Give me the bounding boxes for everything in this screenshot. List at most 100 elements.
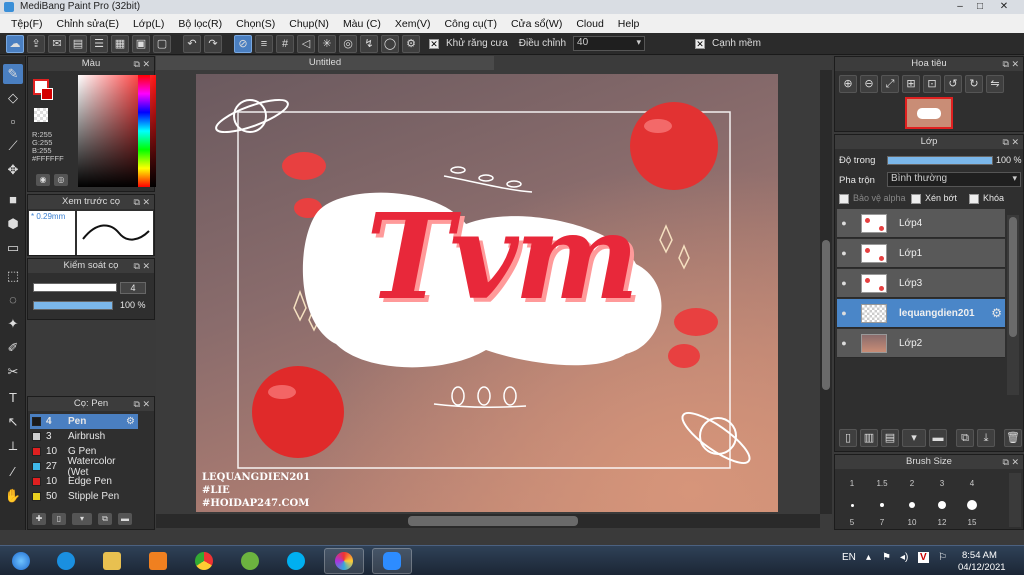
radial-snap-icon[interactable]: ✳	[318, 34, 336, 53]
lock-checkbox[interactable]	[969, 194, 979, 204]
blend-mode-select[interactable]: Bình thường	[887, 172, 1021, 187]
brush-size-slider[interactable]	[33, 283, 117, 292]
new-8bit-layer-icon[interactable]: ▤	[881, 429, 899, 447]
brush-opacity-slider[interactable]	[33, 301, 113, 310]
text-tool-icon[interactable]: T	[3, 388, 23, 408]
select-eraser-icon[interactable]: ✂	[3, 362, 23, 382]
chat-icon[interactable]: ✉	[48, 34, 66, 53]
cloud-icon[interactable]: ☁	[6, 34, 24, 53]
start-button[interactable]	[4, 548, 38, 574]
panel-close-icon[interactable]: ⧉ ✕	[1003, 57, 1019, 71]
redo-icon[interactable]: ↷	[204, 34, 222, 53]
panel-icon[interactable]: ▣	[132, 34, 150, 53]
new-layer-icon[interactable]: ▯	[839, 429, 857, 447]
layer-row-selected[interactable]: ● lequangdien201 ⚙	[837, 299, 1005, 328]
fit-icon[interactable]: ⤢	[881, 75, 899, 93]
new-halftone-layer-icon[interactable]: ▥	[860, 429, 878, 447]
rect-tool-icon[interactable]: ■	[3, 190, 23, 210]
panel-close-icon[interactable]: ⧉ ✕	[134, 397, 150, 411]
brush-menu-icon[interactable]: ▾	[72, 513, 92, 525]
eyedropper-tool-icon[interactable]: ⁄	[3, 462, 23, 482]
menu-help[interactable]: Help	[611, 18, 647, 30]
vertical-scrollbar[interactable]	[820, 70, 832, 514]
brush-size-option[interactable]: 1.5	[867, 479, 897, 488]
share-icon[interactable]: ⇪	[27, 34, 45, 53]
panel-close-icon[interactable]: ⧉ ✕	[1003, 455, 1019, 469]
grid-icon[interactable]: ▦	[111, 34, 129, 53]
add-brush-icon[interactable]: ✚	[32, 513, 46, 525]
menu-select[interactable]: Chọn(S)	[229, 18, 282, 30]
taskbar-medibang[interactable]	[324, 548, 364, 574]
new-brush-icon[interactable]: ▯	[52, 513, 66, 525]
brush-size-option[interactable]: 7	[867, 518, 897, 527]
curve-snap-icon[interactable]: ↯	[360, 34, 378, 53]
taskbar-explorer[interactable]	[92, 548, 132, 574]
undo-icon[interactable]: ↶	[183, 34, 201, 53]
add-layer-menu-icon[interactable]: ▾	[902, 429, 926, 447]
artwork-canvas[interactable]: Tvm LEQUANGDIEN201 #LIE #HOIDAP247.COM	[196, 74, 778, 512]
brush-item-pen[interactable]: 4 Pen ⚙	[30, 414, 138, 429]
duplicate-layer-icon[interactable]: ⧉	[956, 429, 974, 447]
volume-icon[interactable]: ◂)	[900, 552, 908, 563]
line-tool-icon[interactable]: ⟋	[3, 136, 23, 156]
brush-size-value[interactable]: 4	[120, 282, 146, 294]
select-tool-icon[interactable]: ⬚	[3, 266, 23, 286]
taskbar-skype[interactable]	[276, 548, 316, 574]
clock-time[interactable]: 8:54 AM	[962, 550, 997, 561]
operation-tool-icon[interactable]: ↖	[3, 412, 23, 432]
menu-edit[interactable]: Chỉnh sửa(E)	[50, 18, 126, 30]
brush-size-option[interactable]: 10	[897, 518, 927, 527]
horizontal-scroll-thumb[interactable]	[408, 516, 578, 526]
vietkey-icon[interactable]: V	[918, 552, 929, 563]
antialias-checkbox[interactable]: ✕	[429, 38, 439, 49]
menu-color[interactable]: Màu (C)	[336, 18, 388, 30]
brush-size-scrollbar[interactable]	[1009, 473, 1021, 527]
brush-item-edge-pen[interactable]: 10 Edge Pen	[30, 474, 138, 489]
menu-layer[interactable]: Lớp(L)	[126, 18, 171, 30]
layer-opacity-slider[interactable]	[887, 156, 993, 165]
hand-tool-icon[interactable]: ✋	[3, 486, 23, 506]
brush-size-option[interactable]: 3	[927, 479, 957, 488]
parallel-snap-icon[interactable]: ≡	[255, 34, 273, 53]
merge-layer-icon[interactable]: ⤓	[977, 429, 995, 447]
layers-scrollbar[interactable]	[1007, 215, 1019, 395]
visibility-icon[interactable]: ●	[837, 338, 851, 348]
circle-snap-icon[interactable]: ◎	[339, 34, 357, 53]
frame-icon[interactable]: ▢	[153, 34, 171, 53]
taskbar-ie[interactable]	[46, 548, 86, 574]
rotate-right-icon[interactable]: ↻	[965, 75, 983, 93]
layer-row[interactable]: ● Lớp3	[837, 269, 1005, 298]
menu-snap[interactable]: Chụp(N)	[282, 18, 336, 30]
divide-tool-icon[interactable]: ⟂	[3, 436, 23, 456]
fill-tool-icon[interactable]: ⬢	[3, 214, 23, 234]
brush-size-option[interactable]: 5	[837, 518, 867, 527]
delete-layer-icon[interactable]: 🗑	[1004, 429, 1022, 447]
brush-size-option[interactable]: 1	[837, 479, 867, 488]
flag-icon[interactable]: ⚐	[938, 552, 947, 563]
brush-size-option[interactable]: 15	[957, 518, 987, 527]
panel-close-icon[interactable]: ⧉ ✕	[134, 195, 150, 209]
magic-wand-icon[interactable]: ✦	[3, 314, 23, 334]
menu-cloud[interactable]: Cloud	[569, 18, 610, 30]
copy-brush-icon[interactable]: ⧉	[98, 513, 112, 525]
menu-view[interactable]: Xem(V)	[388, 18, 438, 30]
move-tool-icon[interactable]: ✥	[3, 160, 23, 180]
panel-close-icon[interactable]: ⧉ ✕	[134, 57, 150, 71]
select-pen-icon[interactable]: ✐	[3, 338, 23, 358]
visibility-icon[interactable]: ●	[837, 218, 851, 228]
panel-close-icon[interactable]: ⧉ ✕	[1003, 135, 1019, 149]
brush-folder-icon[interactable]: ▬	[118, 513, 132, 525]
lasso-tool-icon[interactable]: ◌	[3, 290, 23, 310]
flip-icon[interactable]: ⇋	[986, 75, 1004, 93]
gear-icon[interactable]: ⚙	[126, 416, 135, 427]
actual-size-icon[interactable]: ⊞	[902, 75, 920, 93]
brush-item-stipple-pen[interactable]: 50 Stipple Pen	[30, 489, 138, 504]
perspective-snap-icon[interactable]: ◁	[297, 34, 315, 53]
visibility-icon[interactable]: ●	[837, 248, 851, 258]
layer-row[interactable]: ● Lớp2	[837, 329, 1005, 358]
zoom-in-icon[interactable]: ⊕	[839, 75, 857, 93]
background-color-swatch[interactable]	[41, 88, 53, 100]
layer-row[interactable]: ● Lớp4	[837, 209, 1005, 238]
color-picker-icon[interactable]: ◎	[54, 174, 68, 186]
panel-close-icon[interactable]: ⧉ ✕	[134, 259, 150, 273]
